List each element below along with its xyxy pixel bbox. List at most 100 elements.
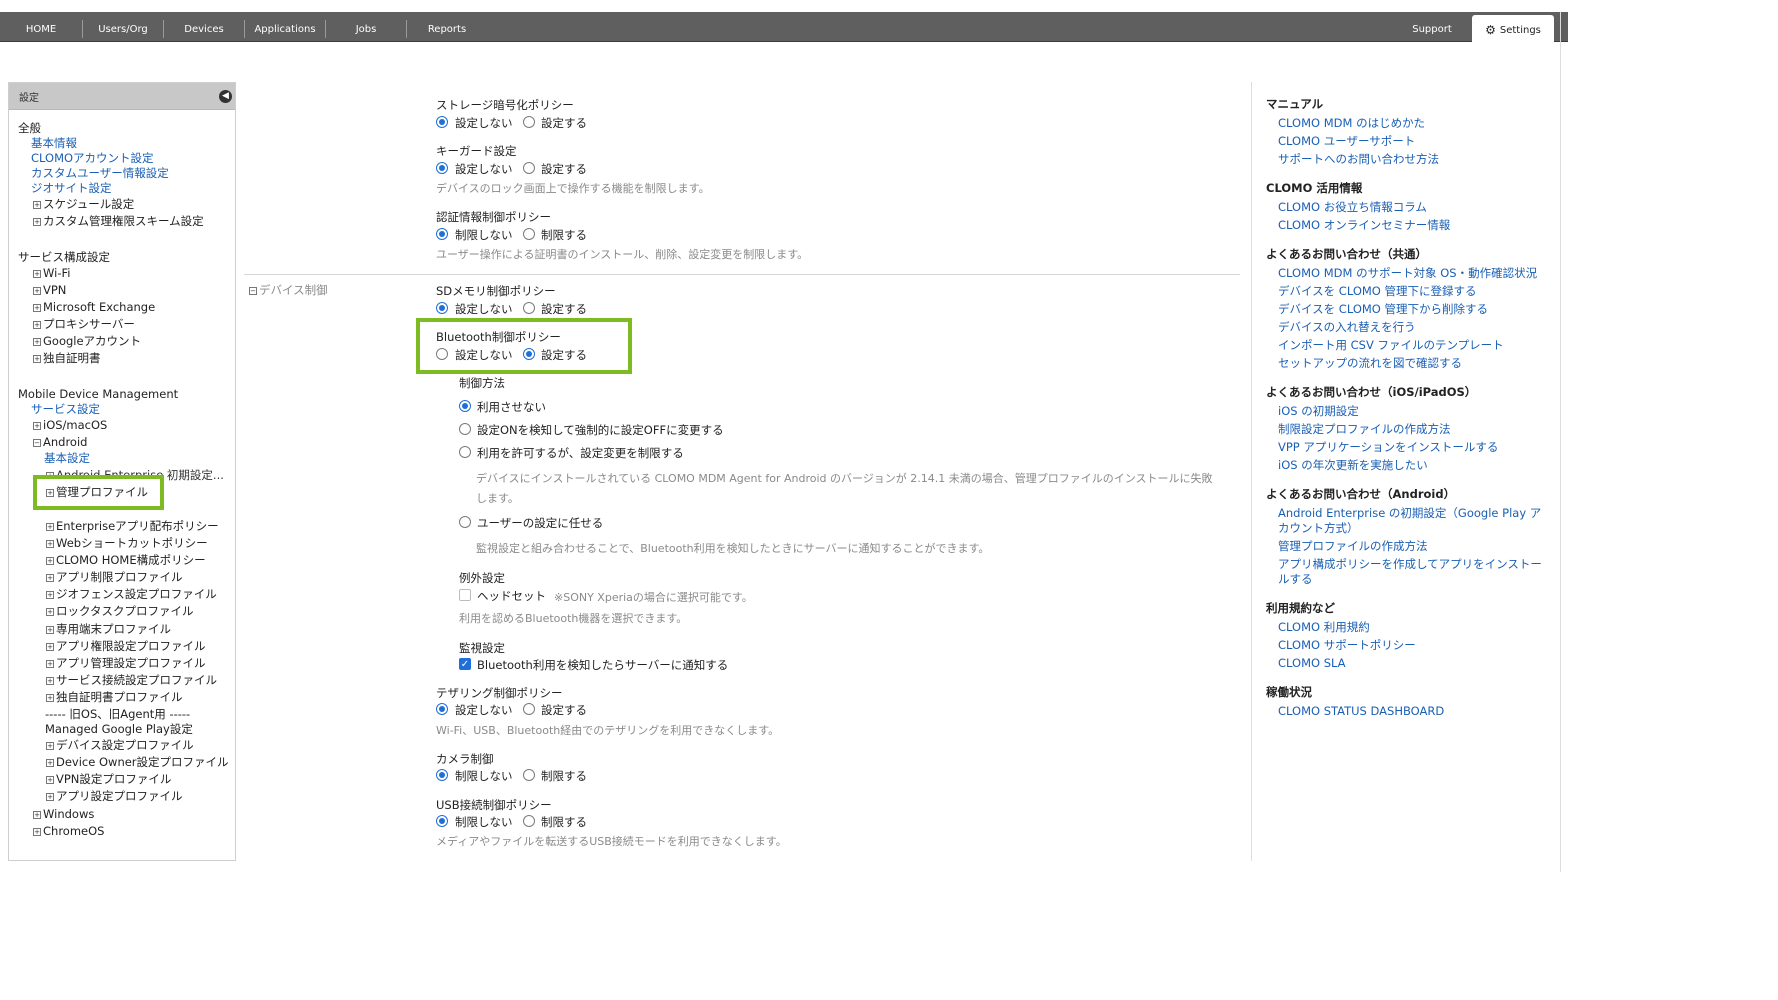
sidebar-item-clomo-home[interactable]: + CLOMO HOME構成ポリシー (46, 552, 206, 568)
sidebar-item-geosite[interactable]: ジオサイト設定 (31, 180, 112, 196)
help-link[interactable]: 管理プロファイルの作成方法 (1278, 539, 1428, 554)
help-heading-faq-android: よくあるお問い合わせ（Android） (1266, 487, 1456, 501)
sidebar-item-dedicated[interactable]: + 専用端末プロファイル (46, 621, 171, 637)
sidebar-item-vpn[interactable]: + VPN (33, 282, 66, 298)
credential-off-radio[interactable] (436, 228, 448, 240)
sd-on-radio[interactable] (523, 302, 535, 314)
sidebar-item-windows[interactable]: + Windows (33, 806, 94, 822)
help-link[interactable]: デバイスの入れ替えを行う (1278, 320, 1416, 335)
help-link[interactable]: デバイスを CLOMO 管理下から削除する (1278, 302, 1488, 317)
sidebar-item-service-settings[interactable]: サービス設定 (31, 401, 100, 417)
sidebar-item-proxy[interactable]: + プロキシサーバー (33, 316, 135, 332)
monitoring-checkbox[interactable]: ✓ (459, 658, 471, 670)
sidebar-item-app-restriction[interactable]: + アプリ制限プロファイル (46, 569, 183, 585)
bt-option-restrict-change-radio[interactable] (459, 446, 471, 458)
sidebar-item-custom-user-info[interactable]: カスタムユーザー情報設定 (31, 165, 169, 181)
camera-off-radio[interactable] (436, 769, 448, 781)
sidebar-item-android-basic[interactable]: 基本設定 (44, 450, 90, 466)
sidebar-item-managed-gp[interactable]: Managed Google Play設定 (45, 721, 193, 737)
storage-on-label: 設定する (541, 116, 587, 130)
sidebar-item-mgmt-profile[interactable]: + 管理プロファイル (46, 484, 148, 500)
section-device-control[interactable]: − デバイス制御 (249, 282, 328, 298)
help-link[interactable]: VPP アプリケーションをインストールする (1278, 440, 1498, 455)
sidebar-item-chromeos[interactable]: + ChromeOS (33, 823, 104, 839)
keyguard-on-radio[interactable] (523, 162, 535, 174)
nav-home[interactable]: HOME (0, 12, 82, 42)
expand-icon: + (46, 489, 54, 497)
monitoring-title: 監視設定 (459, 641, 505, 655)
sidebar-item-app-permission[interactable]: + アプリ権限設定プロファイル (46, 638, 206, 654)
nav-settings-tab[interactable]: ⚙ Settings (1472, 15, 1554, 45)
nav-support[interactable]: Support (1392, 12, 1472, 42)
camera-on-radio[interactable] (523, 769, 535, 781)
help-link-cont[interactable]: カウント方式） (1278, 521, 1359, 536)
help-link[interactable]: CLOMO ユーザーサポート (1278, 134, 1415, 149)
help-link[interactable]: サポートへのお問い合わせ方法 (1278, 152, 1439, 167)
bluetooth-on-radio[interactable] (523, 348, 535, 360)
help-link[interactable]: CLOMO MDM のはじめかた (1278, 116, 1425, 131)
bluetooth-off-radio[interactable] (436, 348, 448, 360)
help-link[interactable]: デバイスを CLOMO 管理下に登録する (1278, 284, 1477, 299)
sidebar-item-service-connection[interactable]: + サービス接続設定プロファイル (46, 672, 217, 688)
sidebar-item-vpn-profile[interactable]: + VPN設定プロファイル (46, 771, 171, 787)
help-link[interactable]: CLOMO サポートポリシー (1278, 638, 1416, 653)
bt-option-disallow-radio[interactable] (459, 400, 471, 412)
bt-option-user-radio[interactable] (459, 516, 471, 528)
sidebar-item-device-owner[interactable]: + Device Owner設定プロファイル (46, 754, 229, 770)
monitoring-label: Bluetooth利用を検知したらサーバーに通知する (477, 658, 729, 672)
sidebar-item-geofence[interactable]: + ジオフェンス設定プロファイル (46, 586, 217, 602)
gear-icon: ⚙ (1485, 23, 1496, 37)
collapse-icon[interactable]: ◀ (219, 89, 232, 103)
sidebar-item-wifi[interactable]: + Wi-Fi (33, 265, 70, 281)
help-link[interactable]: CLOMO 利用規約 (1278, 620, 1370, 635)
nav-devices[interactable]: Devices (164, 12, 244, 42)
sidebar-item-certificate[interactable]: + 独自証明書 (33, 350, 101, 366)
sidebar-item-device-settings[interactable]: + デバイス設定プロファイル (46, 737, 194, 753)
sidebar-item-google-account[interactable]: + Googleアカウント (33, 333, 141, 349)
storage-on-radio[interactable] (523, 116, 535, 128)
sidebar-item-web-shortcut[interactable]: + Webショートカットポリシー (46, 535, 208, 551)
sidebar-item-cert-profile[interactable]: + 独自証明書プロファイル (46, 689, 183, 705)
help-link[interactable]: CLOMO SLA (1278, 656, 1346, 671)
help-link[interactable]: CLOMO お役立ち情報コラム (1278, 200, 1427, 215)
expand-icon: + (33, 828, 41, 836)
credential-title: 認証情報制御ポリシー (436, 210, 551, 224)
nav-jobs[interactable]: Jobs (326, 12, 406, 42)
sidebar-item-custom-permission[interactable]: + カスタム管理権限スキーム設定 (33, 213, 204, 229)
sidebar-item-ios-macos[interactable]: + iOS/macOS (33, 417, 107, 433)
nav-reports[interactable]: Reports (407, 12, 487, 42)
sidebar-item-enterprise-app[interactable]: + Enterpriseアプリ配布ポリシー (46, 518, 219, 534)
sidebar-item-lock-task[interactable]: + ロックタスクプロファイル (46, 603, 194, 619)
help-link[interactable]: CLOMO オンラインセミナー情報 (1278, 218, 1450, 233)
help-link[interactable]: 制限設定プロファイルの作成方法 (1278, 422, 1451, 437)
sidebar-item-clomo-account[interactable]: CLOMOアカウント設定 (31, 150, 154, 166)
credential-on-radio[interactable] (523, 228, 535, 240)
usb-on-radio[interactable] (523, 815, 535, 827)
help-link[interactable]: CLOMO MDM のサポート対象 OS・動作確認状況 (1278, 266, 1537, 281)
sidebar-item-app-management[interactable]: + アプリ管理設定プロファイル (46, 655, 206, 671)
help-link-cont[interactable]: ルする (1278, 572, 1313, 587)
sidebar-item-android[interactable]: − Android (33, 434, 87, 450)
headset-checkbox[interactable] (459, 589, 471, 601)
help-link[interactable]: Android Enterprise の初期設定（Google Play ア (1278, 506, 1541, 521)
help-link-status-dashboard[interactable]: CLOMO STATUS DASHBOARD (1278, 704, 1444, 719)
tethering-on-radio[interactable] (523, 703, 535, 715)
keyguard-off-radio[interactable] (436, 162, 448, 174)
sidebar-item-schedule[interactable]: + スケジュール設定 (33, 196, 134, 212)
help-link[interactable]: iOS の年次更新を実施したい (1278, 458, 1428, 473)
bt-option-force-off-radio[interactable] (459, 423, 471, 435)
camera-on-label: 制限する (541, 769, 587, 783)
help-link[interactable]: iOS の初期設定 (1278, 404, 1359, 419)
sidebar-item-app-settings[interactable]: + アプリ設定プロファイル (46, 788, 183, 804)
help-link[interactable]: セットアップの流れを図で確認する (1278, 356, 1462, 371)
sidebar-item-basic-info[interactable]: 基本情報 (31, 135, 77, 151)
help-link[interactable]: インポート用 CSV ファイルのテンプレート (1278, 338, 1504, 353)
help-link[interactable]: アプリ構成ポリシーを作成してアプリをインストー (1278, 557, 1542, 572)
nav-applications[interactable]: Applications (245, 12, 325, 42)
storage-off-radio[interactable] (436, 116, 448, 128)
tethering-off-radio[interactable] (436, 703, 448, 715)
usb-off-radio[interactable] (436, 815, 448, 827)
nav-users-org[interactable]: Users/Org (83, 12, 163, 42)
sidebar-item-exchange[interactable]: + Microsoft Exchange (33, 299, 155, 315)
sd-off-radio[interactable] (436, 302, 448, 314)
